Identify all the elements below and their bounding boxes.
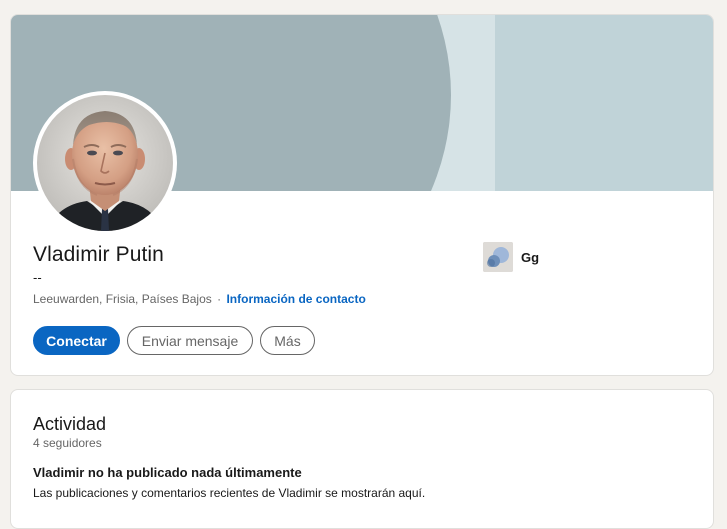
contact-info-link[interactable]: Información de contacto [226, 292, 365, 306]
send-message-button[interactable]: Enviar mensaje [127, 326, 253, 355]
company-name: Gg [521, 249, 540, 265]
activity-empty-title: Vladimir no ha publicado nada últimament… [33, 465, 302, 480]
profile-location: Leeuwarden, Frisia, Países Bajos [33, 292, 212, 306]
connect-button[interactable]: Conectar [33, 326, 120, 355]
location-line: Leeuwarden, Frisia, Países Bajos · Infor… [33, 292, 366, 306]
activity-title: Actividad [33, 414, 107, 434]
profile-headline: -- [33, 270, 42, 285]
location-separator: · [217, 292, 222, 306]
profile-actions: Conectar Enviar mensaje Más [33, 326, 315, 355]
company-logo-icon [483, 242, 513, 272]
activity-empty-description: Las publicaciones y comentarios reciente… [33, 486, 426, 500]
avatar-photo [37, 95, 173, 231]
current-company[interactable]: Gg [483, 242, 539, 272]
more-button[interactable]: Más [260, 326, 315, 355]
followers-count[interactable]: 4 seguidores [33, 436, 102, 450]
activity-card: Actividad 4 seguidores Vladimir no ha pu… [10, 389, 714, 529]
profile-card: Vladimir Putin -- Leeuwarden, Frisia, Pa… [10, 14, 714, 376]
profile-name: Vladimir Putin [33, 243, 164, 266]
profile-avatar[interactable] [33, 91, 177, 235]
